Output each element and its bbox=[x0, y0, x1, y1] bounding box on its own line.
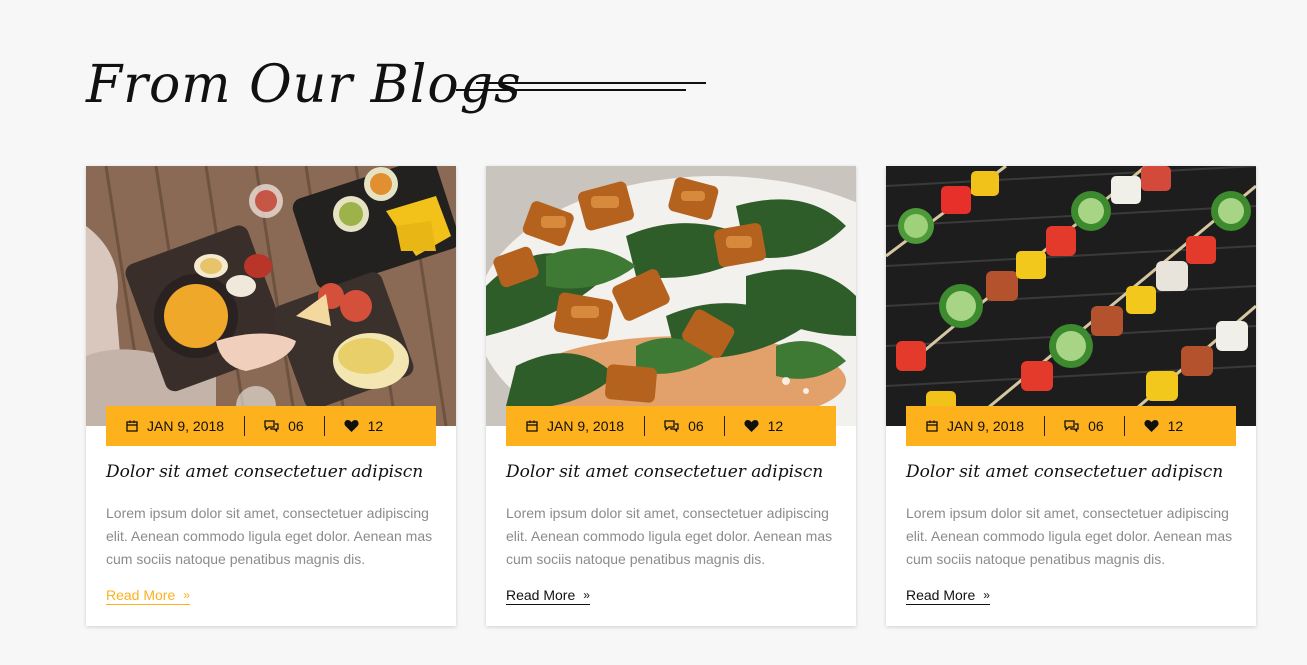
calendar-icon bbox=[526, 420, 538, 432]
blog-card: JAN 9, 2018 06 12 Dolor sit amet consect… bbox=[86, 166, 456, 626]
post-meta-bar: JAN 9, 2018 06 12 bbox=[906, 406, 1236, 446]
title-decorative-line bbox=[476, 82, 706, 84]
post-date-text: JAN 9, 2018 bbox=[547, 418, 625, 434]
post-comments[interactable]: 06 bbox=[244, 406, 324, 446]
double-chevron-right-icon: » bbox=[983, 588, 990, 602]
read-more-label: Read More bbox=[106, 587, 176, 603]
post-likes-count: 12 bbox=[1167, 418, 1184, 434]
post-likes-count: 12 bbox=[767, 418, 784, 434]
post-title[interactable]: Dolor sit amet consectetuer adipiscn bbox=[106, 462, 423, 482]
post-meta-bar: JAN 9, 2018 06 12 bbox=[106, 406, 436, 446]
post-date: JAN 9, 2018 bbox=[906, 406, 1044, 446]
post-date: JAN 9, 2018 bbox=[506, 406, 644, 446]
post-title[interactable]: Dolor sit amet consectetuer adipiscn bbox=[506, 462, 823, 482]
double-chevron-right-icon: » bbox=[183, 588, 190, 602]
post-date-text: JAN 9, 2018 bbox=[947, 418, 1025, 434]
post-date-text: JAN 9, 2018 bbox=[147, 418, 225, 434]
read-more-link[interactable]: Read More » bbox=[906, 587, 990, 605]
post-comments-count: 06 bbox=[688, 418, 704, 434]
blog-card-image[interactable] bbox=[486, 166, 856, 426]
calendar-icon bbox=[126, 420, 138, 432]
post-comments-count: 06 bbox=[1088, 418, 1104, 434]
title-decorative-line bbox=[456, 89, 686, 91]
section-header: From Our Blogs bbox=[86, 50, 786, 120]
blog-card-image[interactable] bbox=[886, 166, 1256, 426]
post-excerpt: Lorem ipsum dolor sit amet, consectetuer… bbox=[906, 505, 1233, 567]
heart-icon bbox=[344, 419, 359, 433]
read-more-link[interactable]: Read More » bbox=[506, 587, 590, 605]
heart-icon bbox=[1144, 419, 1159, 433]
blog-card-image[interactable] bbox=[86, 166, 456, 426]
post-date: JAN 9, 2018 bbox=[106, 406, 244, 446]
post-comments[interactable]: 06 bbox=[644, 406, 724, 446]
blog-card: JAN 9, 2018 06 12 Dolor sit amet consect… bbox=[886, 166, 1256, 626]
post-likes[interactable]: 12 bbox=[323, 406, 404, 446]
calendar-icon bbox=[926, 420, 938, 432]
blog-card: JAN 9, 2018 06 12 Dolor sit amet consect… bbox=[486, 166, 856, 626]
post-comments-count: 06 bbox=[288, 418, 304, 434]
heart-icon bbox=[744, 419, 759, 433]
post-excerpt: Lorem ipsum dolor sit amet, consectetuer… bbox=[506, 505, 833, 567]
read-more-label: Read More bbox=[906, 587, 976, 603]
post-likes[interactable]: 12 bbox=[1123, 406, 1204, 446]
double-chevron-right-icon: » bbox=[583, 588, 590, 602]
section-title: From Our Blogs bbox=[86, 55, 522, 115]
post-excerpt: Lorem ipsum dolor sit amet, consectetuer… bbox=[106, 505, 433, 567]
comments-icon bbox=[664, 420, 679, 432]
read-more-label: Read More bbox=[506, 587, 576, 603]
post-meta-bar: JAN 9, 2018 06 12 bbox=[506, 406, 836, 446]
comments-icon bbox=[264, 420, 279, 432]
post-title[interactable]: Dolor sit amet consectetuer adipiscn bbox=[906, 462, 1223, 482]
post-likes[interactable]: 12 bbox=[723, 406, 804, 446]
read-more-link[interactable]: Read More » bbox=[106, 587, 190, 605]
post-comments[interactable]: 06 bbox=[1044, 406, 1124, 446]
post-likes-count: 12 bbox=[367, 418, 384, 434]
comments-icon bbox=[1064, 420, 1079, 432]
